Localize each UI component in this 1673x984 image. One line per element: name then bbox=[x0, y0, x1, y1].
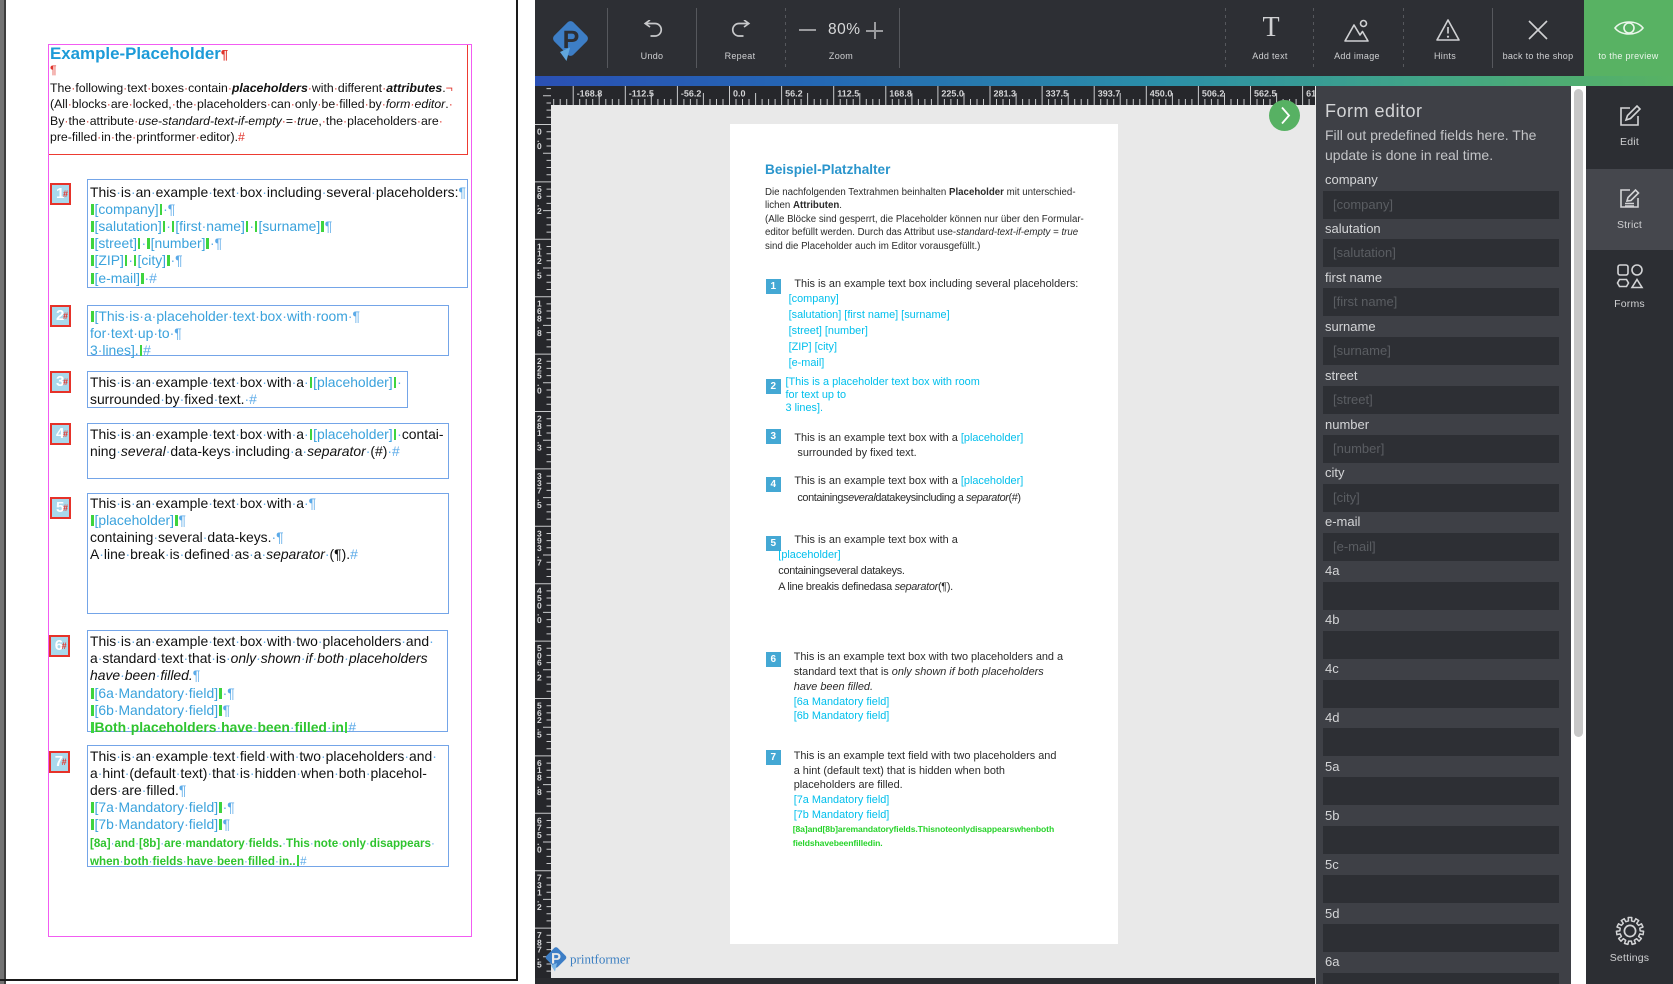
svg-text:0.0: 0.0 bbox=[733, 89, 746, 99]
svg-text:0: 0 bbox=[537, 845, 542, 855]
svg-text:3: 3 bbox=[537, 443, 542, 453]
svg-text:112.5: 112.5 bbox=[837, 89, 859, 99]
svg-text:225.0: 225.0 bbox=[941, 89, 964, 99]
svg-text:506.2: 506.2 bbox=[1202, 89, 1225, 99]
svg-text:393.7: 393.7 bbox=[1098, 89, 1121, 99]
svg-text:8: 8 bbox=[537, 787, 542, 797]
svg-text:5: 5 bbox=[537, 500, 542, 510]
svg-text:0: 0 bbox=[537, 141, 542, 151]
svg-text:2: 2 bbox=[537, 206, 542, 216]
svg-text:0: 0 bbox=[537, 615, 542, 625]
svg-text:56.2: 56.2 bbox=[785, 89, 803, 99]
svg-text:168.8: 168.8 bbox=[889, 89, 912, 99]
svg-text:0: 0 bbox=[537, 385, 542, 395]
svg-text:-168.8: -168.8 bbox=[577, 89, 603, 99]
svg-text:P: P bbox=[563, 26, 580, 54]
svg-text:P: P bbox=[551, 951, 561, 968]
svg-text:5: 5 bbox=[537, 271, 542, 281]
svg-text:7: 7 bbox=[537, 558, 542, 568]
svg-text:printformer: printformer bbox=[570, 952, 631, 967]
svg-text:281.3: 281.3 bbox=[994, 89, 1017, 99]
svg-text:618.8: 618.8 bbox=[1306, 89, 1315, 99]
svg-text:2: 2 bbox=[537, 902, 542, 912]
svg-text:337.5: 337.5 bbox=[1046, 89, 1069, 99]
svg-text:8: 8 bbox=[537, 328, 542, 338]
svg-text:5: 5 bbox=[537, 730, 542, 740]
svg-text:562.5: 562.5 bbox=[1254, 89, 1277, 99]
svg-text:5: 5 bbox=[537, 959, 542, 969]
svg-text:-56.2: -56.2 bbox=[681, 89, 702, 99]
svg-text:-112.5: -112.5 bbox=[629, 89, 654, 99]
svg-text:450.0: 450.0 bbox=[1150, 89, 1173, 99]
svg-text:2: 2 bbox=[537, 672, 542, 682]
